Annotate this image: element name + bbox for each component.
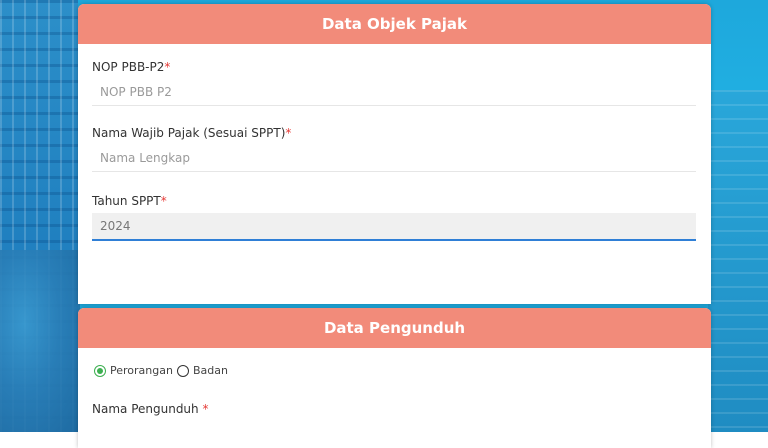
nop-placeholder: NOP PBB P2 xyxy=(100,84,172,99)
pengunduh-header: Data Pengunduh xyxy=(78,308,711,348)
objek-pajak-card: Data Objek Pajak NOP PBB-P2* NOP PBB P2 … xyxy=(78,4,711,304)
nop-input[interactable]: NOP PBB P2 xyxy=(92,78,696,106)
radio-perorangan[interactable] xyxy=(94,364,106,377)
radio-perorangan-label[interactable]: Perorangan xyxy=(110,364,173,377)
objek-pajak-title: Data Objek Pajak xyxy=(321,15,468,33)
nama-wp-label: Nama Wajib Pajak (Sesuai SPPT)* xyxy=(92,126,292,140)
pengunduh-title: Data Pengunduh xyxy=(323,319,466,337)
tahun-input[interactable]: 2024 xyxy=(92,213,696,241)
objek-pajak-header: Data Objek Pajak xyxy=(78,4,711,44)
nop-label: NOP PBB-P2* xyxy=(92,60,171,74)
pengunduh-type-radio-group: Perorangan Badan xyxy=(94,364,232,377)
nama-pengunduh-label: Nama Pengunduh * xyxy=(92,402,209,416)
required-mark: * xyxy=(202,402,209,416)
required-mark: * xyxy=(285,126,292,140)
pengunduh-card: Data Pengunduh Perorangan Badan Nama Pen… xyxy=(78,308,711,448)
radio-badan-label[interactable]: Badan xyxy=(193,364,228,377)
tahun-value: 2024 xyxy=(100,219,131,233)
building-right-image xyxy=(708,90,768,432)
tahun-label: Tahun SPPT* xyxy=(92,194,167,208)
radio-badan[interactable] xyxy=(176,364,189,377)
required-mark: * xyxy=(164,60,171,74)
nama-wp-placeholder: Nama Lengkap xyxy=(100,150,190,165)
trees-image xyxy=(0,250,80,432)
required-mark: * xyxy=(160,194,167,208)
nama-wp-input[interactable]: Nama Lengkap xyxy=(92,144,696,172)
